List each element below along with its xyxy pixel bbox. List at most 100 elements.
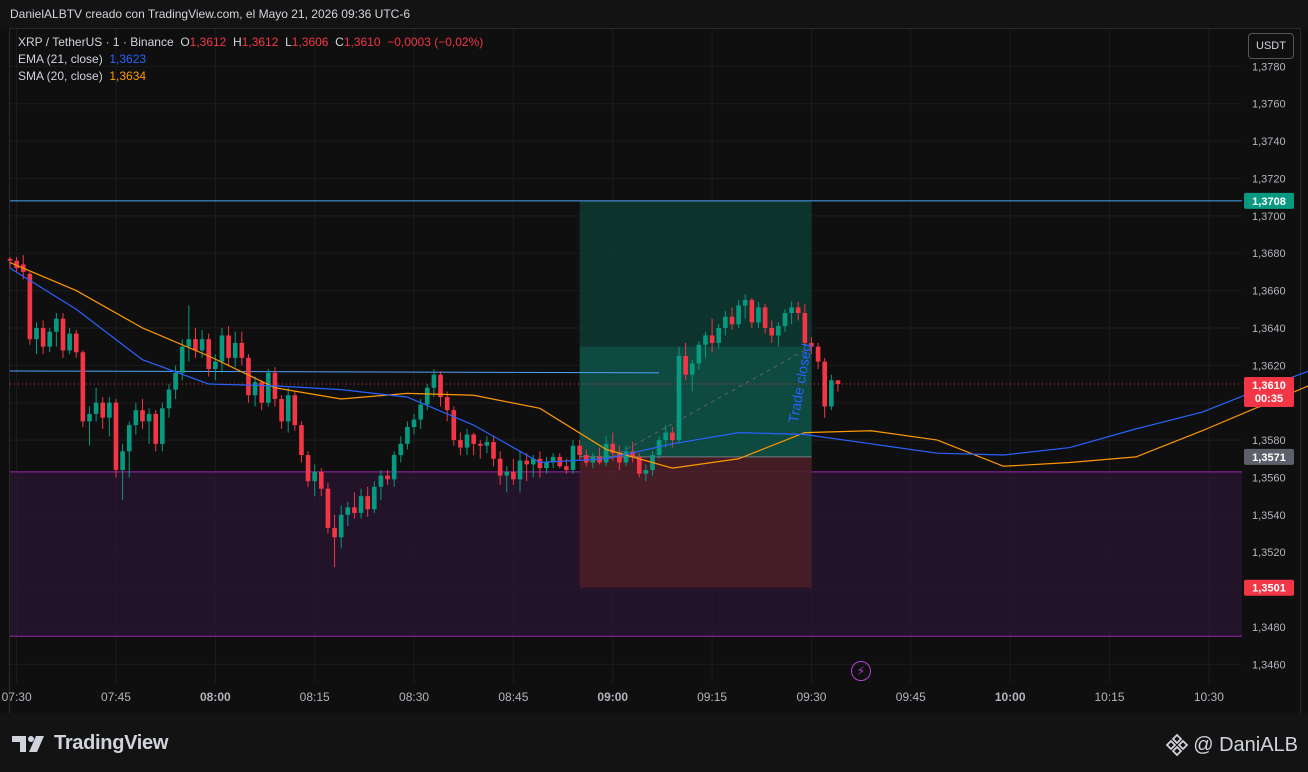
candle-body [173, 372, 178, 390]
x-tick-label: 10:30 [1194, 690, 1224, 704]
candle-body [385, 475, 390, 480]
currency-button[interactable]: USDT [1248, 33, 1294, 59]
tradingview-logo-icon [12, 735, 44, 752]
y-tick-label: 1,3540 [1252, 510, 1286, 522]
candle-body [285, 395, 291, 422]
chart-canvas[interactable]: 1,34601,34801,35001,35201,35401,35601,35… [0, 0, 1308, 772]
candle-body [40, 327, 46, 347]
candle-body [312, 471, 318, 482]
candle-body [213, 361, 218, 370]
candle-body [756, 307, 761, 323]
symbol-legend-row: XRP / TetherUS · 1 · Binance O1,3612 H1,… [18, 35, 483, 49]
candle-body [709, 335, 715, 343]
candle-body [252, 382, 258, 396]
candle-body [577, 445, 582, 456]
candle-body [623, 451, 629, 463]
candle-body [67, 333, 72, 351]
x-tick-label: 09:00 [597, 690, 628, 704]
x-tick-label: 09:45 [896, 690, 926, 704]
high-value: 1,3612 [241, 35, 279, 49]
candle-body [133, 410, 139, 426]
y-tick-label: 1,3660 [1252, 286, 1286, 298]
candle-body [93, 402, 99, 414]
y-tick-label: 1,3700 [1252, 211, 1286, 223]
candle-body [749, 299, 755, 323]
candle-body [782, 313, 788, 327]
candle-body [497, 458, 503, 476]
candle-body [7, 258, 13, 261]
candle-body [232, 342, 238, 358]
candle-body [769, 327, 775, 336]
candle-body [789, 307, 794, 314]
low-label: L [285, 35, 292, 49]
sma-label: SMA (20, close) [18, 69, 103, 83]
close-value: 1,3610 [343, 35, 381, 49]
x-tick-label: 07:30 [2, 690, 32, 704]
candle-body [100, 402, 106, 418]
candle-body [451, 410, 457, 441]
author-handle: @ DaniALB [1193, 733, 1298, 756]
candle-body [477, 443, 483, 446]
candle-body [140, 410, 145, 422]
candle-body [179, 346, 185, 373]
candle-body [371, 486, 377, 510]
candle-body [524, 460, 529, 465]
candle-body [226, 335, 231, 358]
ema-value: 1,3623 [109, 52, 147, 66]
candle-body [696, 344, 702, 364]
brand-name: TradingView [54, 732, 169, 754]
candle-body [405, 427, 410, 444]
tradingview-logo[interactable]: TradingView [12, 732, 168, 755]
y-tick-label: 1,3620 [1252, 360, 1286, 372]
candle-body [683, 356, 688, 375]
candle-body [815, 346, 821, 362]
candle-body [391, 455, 397, 480]
x-tick-label: 10:00 [995, 690, 1026, 704]
candle-body [166, 389, 172, 409]
candle-body [544, 462, 549, 469]
candle-body [795, 307, 801, 314]
candle-body [292, 395, 298, 426]
candle-body [736, 305, 741, 325]
ema-legend-row[interactable]: EMA (21, close) 1,3623 [18, 52, 146, 66]
sma-value: 1,3634 [109, 69, 147, 83]
candle-body [73, 333, 79, 353]
candle-body [471, 434, 476, 444]
candle-body [279, 398, 284, 422]
y-tick-label: 1,3560 [1252, 472, 1286, 484]
lightning-icon[interactable]: ⚡ [851, 661, 871, 681]
candle-body [703, 335, 708, 345]
symbol-label[interactable]: XRP / TetherUS · 1 · Binance [18, 35, 174, 49]
candle-body [87, 413, 92, 422]
close-label: C [335, 35, 344, 49]
candle-body [458, 440, 463, 448]
low-value: 1,3606 [291, 35, 329, 49]
candle-body [742, 299, 748, 306]
candle-body [378, 475, 384, 487]
candle-body [776, 326, 781, 336]
open-value: 1,3612 [189, 35, 227, 49]
candle-body [517, 460, 523, 480]
candle-body [219, 335, 225, 362]
y-tick-label: 1,3480 [1252, 622, 1286, 634]
entry-price-label: 1,3571 [1252, 452, 1286, 464]
x-tick-label: 08:15 [300, 690, 330, 704]
candle-body [491, 441, 496, 459]
candle-body [146, 413, 152, 422]
candle-body [80, 352, 86, 422]
candle-body [729, 316, 735, 325]
current-price-label: 00:35 [1255, 393, 1283, 405]
binance-icon [1165, 733, 1189, 757]
candle-body [484, 441, 490, 446]
candle-body [411, 419, 417, 428]
candle-body [325, 488, 331, 528]
candle-body [54, 318, 59, 332]
x-tick-label: 09:15 [697, 690, 727, 704]
x-tick-label: 08:00 [200, 690, 231, 704]
open-label: O [180, 35, 190, 49]
candle-body [511, 471, 516, 480]
current-price-label: 1,3610 [1252, 380, 1286, 392]
candle-body [464, 434, 470, 448]
sma-legend-row[interactable]: SMA (20, close) 1,3634 [18, 69, 146, 83]
candle-body [504, 471, 510, 476]
